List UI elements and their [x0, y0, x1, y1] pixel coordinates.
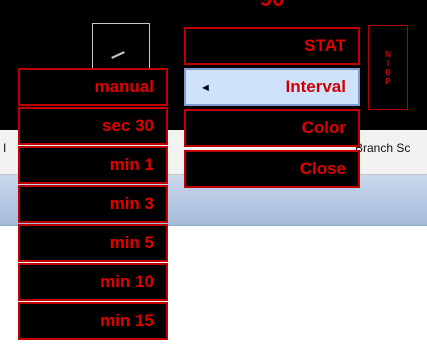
menu-item-label: Color: [301, 118, 346, 137]
interval-option-manual[interactable]: manual: [18, 68, 168, 106]
menu-item-label: min 1: [109, 155, 154, 174]
branch-label: Branch Sc: [355, 141, 411, 155]
waveform-mark: [111, 51, 125, 59]
interval-option-sec-30[interactable]: sec 30: [18, 107, 168, 145]
menu-item-label: min 15: [100, 311, 154, 330]
nibp-letter: N: [385, 49, 391, 59]
interval-option-min-15[interactable]: min 15: [18, 302, 168, 340]
menu-item-label: min 5: [109, 233, 154, 252]
menu-item-label: STAT: [304, 36, 346, 55]
menu-item-label: manual: [94, 77, 154, 96]
nibp-letter: I: [386, 58, 390, 68]
nibp-context-menu: STAT ◄ Interval Color Close: [184, 27, 360, 189]
menu-item-label: min 10: [100, 272, 154, 291]
interval-option-min-10[interactable]: min 10: [18, 263, 168, 301]
toolbar-stub-text: I: [3, 141, 7, 155]
interval-option-min-5[interactable]: min 5: [18, 224, 168, 262]
menu-item-stat[interactable]: STAT: [184, 27, 360, 65]
interval-option-min-1[interactable]: min 1: [18, 146, 168, 184]
nibp-letter: P: [385, 76, 391, 86]
menu-item-label: Close: [299, 159, 346, 178]
interval-submenu: manual sec 30 min 1 min 3 min 5 min 10 m…: [18, 68, 168, 343]
nibp-letter: B: [385, 67, 391, 77]
menu-item-color[interactable]: Color: [184, 109, 360, 147]
menu-item-close[interactable]: Close: [184, 150, 360, 188]
interval-option-min-3[interactable]: min 3: [18, 185, 168, 223]
menu-item-label: min 3: [109, 194, 154, 213]
menu-item-label: sec 30: [102, 116, 154, 135]
menu-item-interval[interactable]: ◄ Interval: [184, 68, 360, 106]
submenu-arrow-icon: ◄: [200, 82, 211, 94]
menu-item-label: Interval: [285, 77, 346, 96]
vital-value: 90: [260, 0, 284, 12]
nibp-label: N I B P: [368, 25, 408, 110]
